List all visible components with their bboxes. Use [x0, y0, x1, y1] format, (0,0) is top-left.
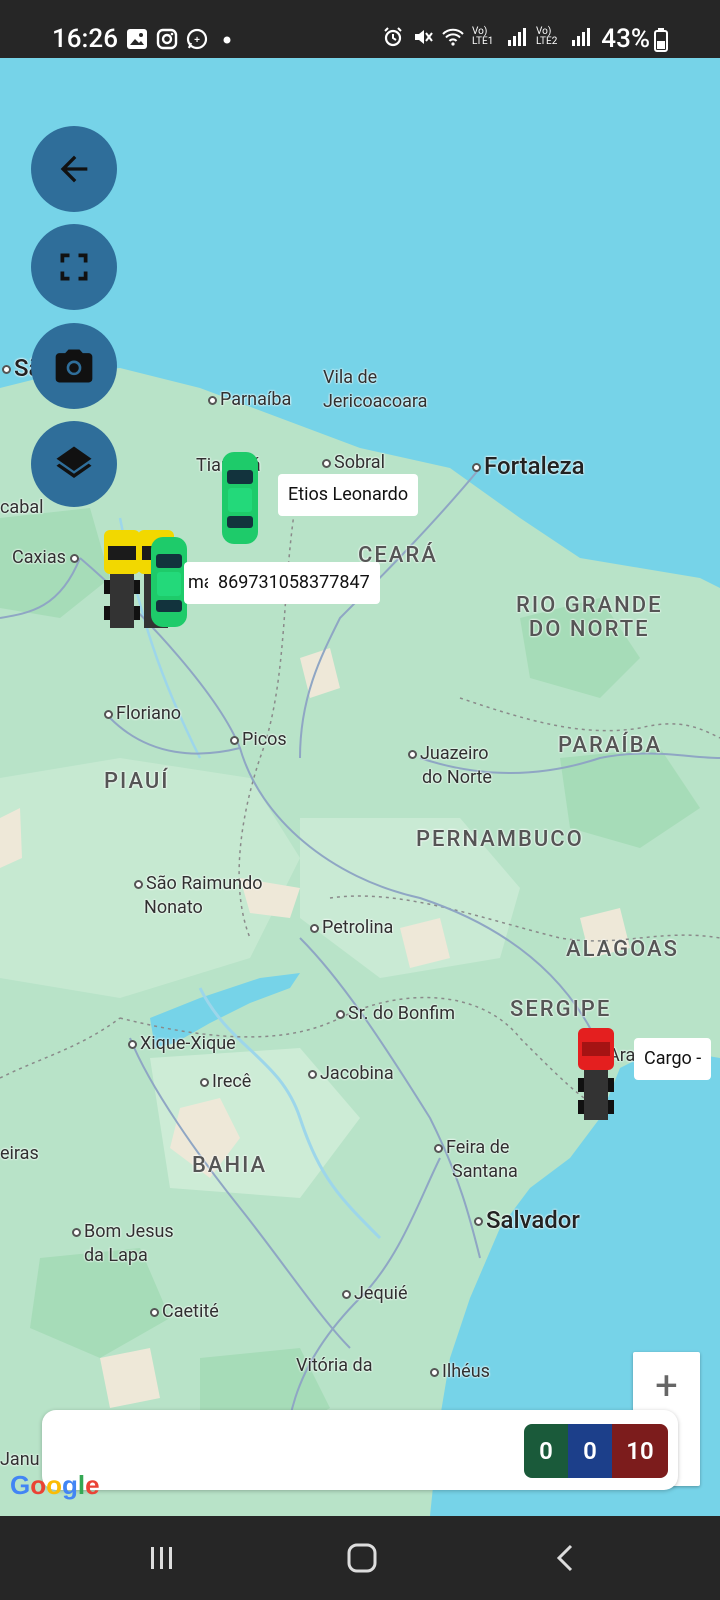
place-sao-raimundo: São Raimundo Nonato	[134, 872, 263, 920]
signal-1-icon	[508, 28, 526, 46]
zoom-in-button[interactable]: +	[633, 1352, 700, 1419]
place-jacobina: Jacobina	[308, 1062, 394, 1086]
place-sobral: Sobral	[322, 451, 385, 475]
whatsapp-business-icon: +	[186, 28, 208, 50]
place-barreiras: eiras	[0, 1143, 39, 1164]
vehicle-label-imei[interactable]: 869731058377847	[208, 562, 380, 604]
camera-icon	[55, 349, 93, 383]
alarm-icon	[384, 27, 402, 47]
recents-button[interactable]	[140, 1536, 184, 1580]
place-ilheus: Ilhéus	[430, 1360, 490, 1384]
count-online[interactable]: 0	[524, 1424, 568, 1478]
place-floriano: Floriano	[104, 702, 181, 726]
place-salvador: Salvador	[474, 1208, 580, 1232]
gallery-icon	[127, 29, 147, 49]
battery-icon	[654, 28, 668, 52]
home-button[interactable]	[340, 1536, 384, 1580]
place-fortaleza: Fortaleza	[472, 454, 585, 478]
state-pernambuco: PERNAMBUCO	[416, 827, 584, 852]
layers-icon	[56, 446, 92, 478]
battery-percent: 43%	[601, 24, 650, 54]
place-xique-xique: Xique-Xique	[128, 1032, 236, 1056]
place-caxias: Caxias	[12, 546, 82, 570]
place-caetite: Caetité	[150, 1300, 219, 1324]
mute-icon	[415, 30, 433, 44]
vehicle-label-cargo[interactable]: Cargo -	[634, 1038, 712, 1080]
layers-button[interactable]	[31, 421, 117, 507]
home-icon	[347, 1543, 377, 1573]
place-bom-jesus-da-lapa: Bom Jesus da Lapa	[72, 1220, 174, 1268]
place-feira-de-santana: Feira de Santana	[434, 1136, 518, 1184]
count-offline[interactable]: 10	[612, 1424, 668, 1478]
google-logo: Google	[10, 1470, 100, 1500]
chevron-left-icon	[556, 1544, 573, 1572]
status-bar: 16:26 + Vo) LTE1 Vo) LTE2 43%	[0, 0, 720, 58]
lte1-indicator: Vo) LTE1	[472, 26, 494, 47]
place-jequie: Jequié	[342, 1282, 408, 1306]
instagram-icon	[156, 28, 178, 50]
state-alagoas: ALAGOAS	[566, 937, 679, 962]
screenshot-button[interactable]	[31, 323, 117, 409]
recents-icon	[151, 1547, 172, 1569]
place-vitoria-da-conquista: Vitória da	[296, 1355, 373, 1376]
back-nav-button[interactable]	[544, 1536, 588, 1580]
place-juazeiro: Juazeiro do Norte	[408, 742, 492, 790]
place-januaria: Janu	[0, 1449, 40, 1470]
place-picos: Picos	[230, 728, 287, 752]
count-idle[interactable]: 0	[568, 1424, 612, 1478]
state-bahia: BAHIA	[192, 1153, 268, 1178]
fullscreen-button[interactable]	[31, 224, 117, 310]
back-button[interactable]	[31, 126, 117, 212]
lte2-indicator: Vo) LTE2	[536, 26, 558, 47]
notification-dot-icon	[223, 36, 231, 44]
arrow-left-icon	[60, 155, 88, 183]
state-piaui: PIAUÍ	[104, 769, 170, 794]
state-paraiba: PARAÍBA	[558, 733, 663, 758]
place-bacabal: cabal	[0, 497, 44, 518]
svg-text:+: +	[194, 35, 200, 46]
state-rio-grande-do-norte: RIO GRANDE DO NORTE	[516, 593, 663, 642]
vehicle-label-etios[interactable]: Etios Leonardo	[278, 474, 419, 516]
vehicle-status-counts: 0 0 10	[524, 1424, 668, 1478]
state-sergipe: SERGIPE	[510, 997, 612, 1022]
place-jericoacoara: Vila de Jericoacoara	[323, 367, 428, 412]
clock: 16:26	[52, 24, 118, 54]
red-truck-marker[interactable]	[574, 1026, 618, 1122]
place-parnaiba: Parnaíba	[208, 388, 291, 412]
place-petrolina: Petrolina	[310, 916, 393, 940]
signal-2-icon	[572, 28, 590, 46]
fullscreen-icon	[60, 253, 88, 281]
green-car-marker-1[interactable]	[218, 448, 262, 548]
map-view[interactable]: São Luís Parnaíba Vila deJericoacoara Ti…	[0, 58, 720, 1516]
wifi-icon	[442, 28, 464, 46]
status-summary-panel[interactable]: 0 0 10	[42, 1410, 678, 1490]
system-nav-bar	[0, 1516, 720, 1600]
place-sr-do-bonfim: Sr. do Bonfim	[336, 1002, 455, 1026]
place-irece: Irecê	[200, 1070, 251, 1094]
